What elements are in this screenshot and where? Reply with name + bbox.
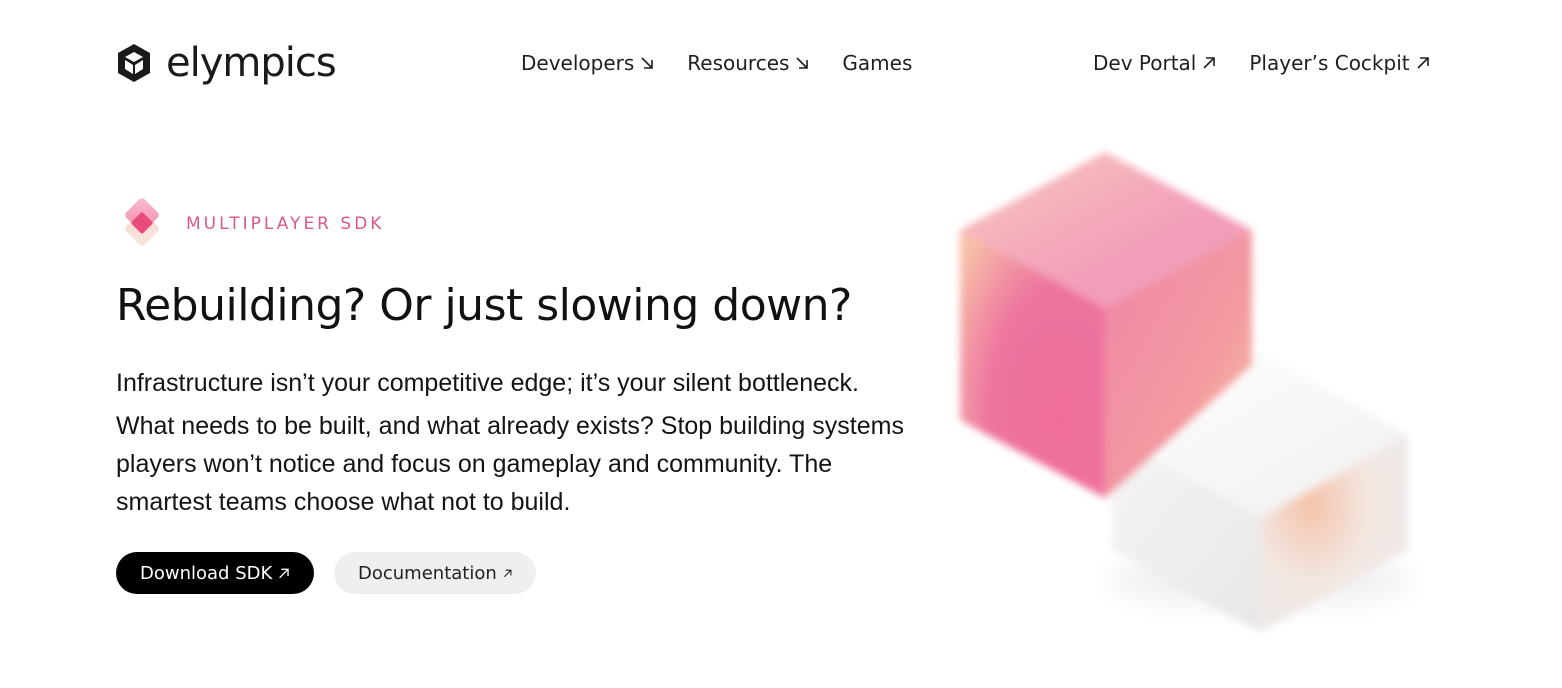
hero-body-text: What needs to be built, and what already… (116, 412, 904, 516)
documentation-label: Documentation (358, 562, 497, 584)
nav-developers-label: Developers (521, 51, 635, 75)
nav-developers[interactable]: Developers (521, 51, 654, 75)
nav-games-label: Games (842, 51, 913, 75)
nav-players-cockpit[interactable]: Player’s Cockpit (1249, 51, 1429, 75)
main-nav: Developers Resources Games (521, 49, 912, 77)
nav-dev-portal[interactable]: Dev Portal (1093, 51, 1216, 75)
badge-label: MULTIPLAYER SDK (186, 214, 385, 234)
arrow-up-right-icon (279, 568, 289, 578)
elympics-logo-icon (118, 44, 150, 82)
arrow-down-right-icon (796, 57, 809, 69)
download-sdk-button[interactable]: Download SDK (116, 552, 314, 594)
page: elympics Developers Resources Games Dev … (0, 0, 1562, 688)
nav-resources-label: Resources (687, 51, 790, 75)
nav-resources[interactable]: Resources (687, 51, 809, 75)
product-badge: MULTIPLAYER SDK (120, 196, 384, 252)
hero-actions: Download SDK Documentation (116, 552, 536, 594)
nav-games[interactable]: Games (842, 51, 912, 75)
logo-text: elympics (166, 40, 337, 86)
arrow-down-right-icon (641, 57, 654, 69)
nav-dev-portal-label: Dev Portal (1093, 51, 1197, 75)
external-nav: Dev Portal Player’s Cockpit (1093, 49, 1430, 77)
logo[interactable]: elympics (116, 40, 337, 86)
hero-cubes-illustration (960, 152, 1410, 632)
download-sdk-label: Download SDK (140, 562, 273, 584)
arrow-up-right-icon (1203, 57, 1216, 69)
hero-description: Infrastructure isn’t your competitive ed… (116, 364, 906, 521)
hero-headline: Rebuilding? Or just slowing down? (116, 280, 852, 331)
sdk-diamond-icon (125, 198, 159, 246)
documentation-button[interactable]: Documentation (334, 552, 536, 594)
nav-players-cockpit-label: Player’s Cockpit (1249, 51, 1410, 75)
arrow-up-right-icon (503, 569, 512, 577)
arrow-up-right-icon (1417, 57, 1429, 69)
hero-lead-text: Infrastructure isn’t your competitive ed… (116, 369, 859, 397)
